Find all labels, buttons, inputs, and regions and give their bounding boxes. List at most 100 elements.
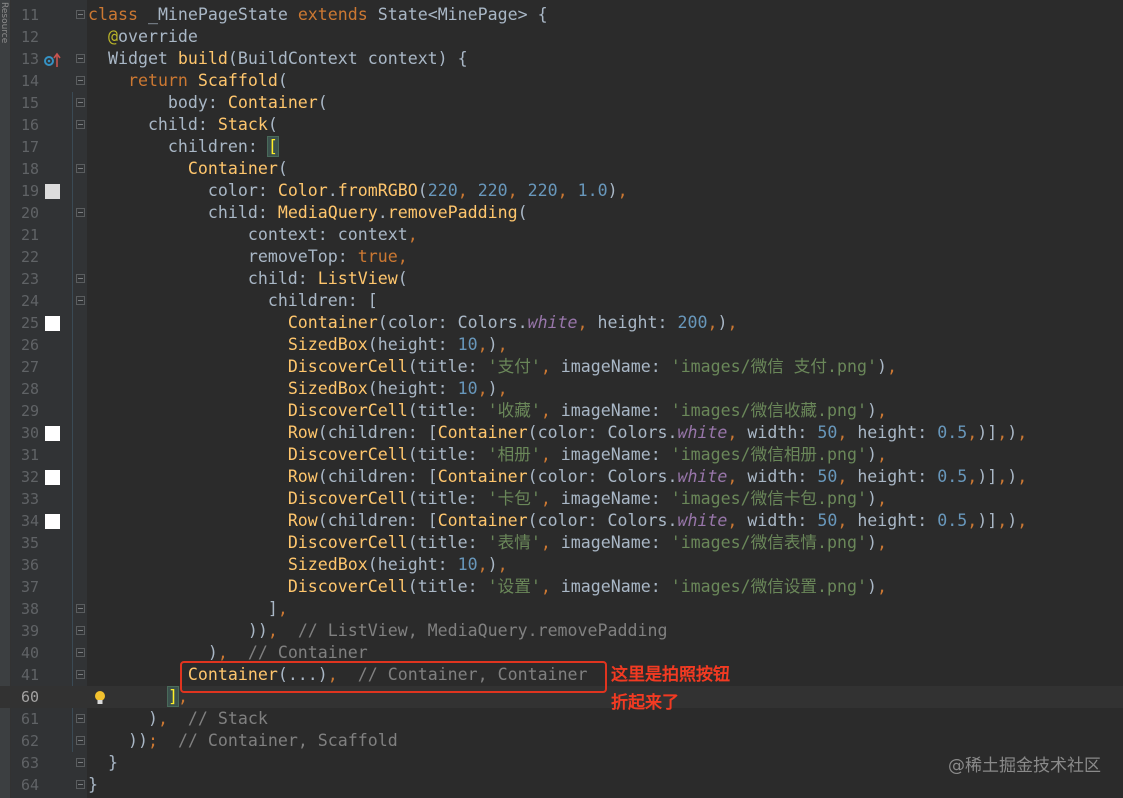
color-swatch-icon[interactable] xyxy=(45,514,60,529)
code-line[interactable]: 30 Row(children: [Container(color: Color… xyxy=(0,422,1123,444)
color-swatch-icon[interactable] xyxy=(45,184,60,199)
code-line[interactable]: 35 DiscoverCell(title: '表情', imageName: … xyxy=(0,532,1123,554)
code-token: imageName: xyxy=(560,357,671,376)
code-line[interactable]: 29 DiscoverCell(title: '收藏', imageName: … xyxy=(0,400,1123,422)
code-token: , xyxy=(727,423,748,442)
code-token: SizedBox xyxy=(287,555,368,574)
code-token: 'images/微信相册.png' xyxy=(670,445,867,464)
code-text: Row(children: [Container(color: Colors.w… xyxy=(88,510,1027,532)
code-line[interactable]: 25 Container(color: Colors.white, height… xyxy=(0,312,1123,334)
code-line[interactable]: 14 return Scaffold( xyxy=(0,70,1123,92)
code-line[interactable]: 61 ), // Stack xyxy=(0,708,1123,730)
color-swatch-icon[interactable] xyxy=(45,426,60,441)
color-swatch-icon[interactable] xyxy=(45,470,60,485)
code-text: child: ListView( xyxy=(88,268,408,290)
fold-toggle-icon[interactable] xyxy=(76,76,85,85)
code-line[interactable]: 22 removeTop: true, xyxy=(0,246,1123,268)
fold-toggle-icon[interactable] xyxy=(76,736,85,745)
code-line[interactable]: 37 DiscoverCell(title: '设置', imageName: … xyxy=(0,576,1123,598)
code-token: , xyxy=(707,313,718,332)
line-number: 18 xyxy=(20,160,39,178)
fold-toggle-icon[interactable] xyxy=(76,208,85,217)
code-token: ] xyxy=(88,599,278,618)
annotation-highlight-box xyxy=(180,661,607,693)
code-token: child: xyxy=(88,203,278,222)
code-line[interactable]: 33 DiscoverCell(title: '卡包', imageName: … xyxy=(0,488,1123,510)
code-token: , xyxy=(886,357,897,376)
code-token: ) xyxy=(88,643,218,662)
code-line[interactable]: 19 color: Color.fromRGBO(220, 220, 220, … xyxy=(0,180,1123,202)
code-token: ListView xyxy=(317,269,398,288)
code-line[interactable]: 13 Widget build(BuildContext context) { xyxy=(0,48,1123,70)
code-line[interactable]: 62 )); // Container, Scaffold xyxy=(0,730,1123,752)
code-token: Container xyxy=(437,511,528,530)
code-line[interactable]: 27 DiscoverCell(title: '支付', imageName: … xyxy=(0,356,1123,378)
line-number: 26 xyxy=(20,336,39,354)
code-line[interactable]: 32 Row(children: [Container(color: Color… xyxy=(0,466,1123,488)
code-token: class xyxy=(88,5,148,24)
code-line[interactable]: 21 context: context, xyxy=(0,224,1123,246)
fold-toggle-icon[interactable] xyxy=(76,296,85,305)
fold-toggle-icon[interactable] xyxy=(76,98,85,107)
code-text: Widget build(BuildContext context) { xyxy=(88,48,468,70)
color-swatch-icon[interactable] xyxy=(45,316,60,331)
fold-toggle-icon[interactable] xyxy=(76,10,85,19)
fold-toggle-icon[interactable] xyxy=(76,604,85,613)
code-token: height: xyxy=(857,511,938,530)
line-number: 30 xyxy=(20,424,39,442)
code-token: Row xyxy=(287,511,318,530)
code-token: ; xyxy=(147,731,178,750)
fold-toggle-icon[interactable] xyxy=(76,626,85,635)
override-method-icon[interactable] xyxy=(44,52,61,67)
fold-toggle-icon[interactable] xyxy=(76,120,85,129)
code-line[interactable]: 28 SizedBox(height: 10,), xyxy=(0,378,1123,400)
fold-toggle-icon[interactable] xyxy=(76,648,85,657)
code-line[interactable]: 12 @override xyxy=(0,26,1123,48)
code-token: true, xyxy=(357,247,408,266)
code-token: Color xyxy=(277,181,328,200)
code-token: , xyxy=(967,467,978,486)
code-token: ( xyxy=(317,93,328,112)
fold-toggle-icon[interactable] xyxy=(76,670,85,679)
code-line[interactable]: 15 body: Container( xyxy=(0,92,1123,114)
line-number: 15 xyxy=(20,94,39,112)
code-line[interactable]: 23 child: ListView( xyxy=(0,268,1123,290)
code-line[interactable]: 38 ], xyxy=(0,598,1123,620)
fold-toggle-icon[interactable] xyxy=(76,714,85,723)
code-line[interactable]: 39 )), // ListView, MediaQuery.removePad… xyxy=(0,620,1123,642)
code-line[interactable]: 20 child: MediaQuery.removePadding( xyxy=(0,202,1123,224)
fold-toggle-icon[interactable] xyxy=(76,274,85,283)
code-token: State<MinePage> { xyxy=(377,5,548,24)
fold-toggle-icon[interactable] xyxy=(76,164,85,173)
line-number: 63 xyxy=(20,754,39,772)
code-token: , xyxy=(876,401,887,420)
code-line[interactable]: 26 SizedBox(height: 10,), xyxy=(0,334,1123,356)
code-token: Row xyxy=(287,423,318,442)
line-number: 25 xyxy=(20,314,39,332)
fold-toggle-icon[interactable] xyxy=(76,780,85,789)
code-token: ] xyxy=(166,686,179,707)
code-line[interactable]: 64} xyxy=(0,774,1123,796)
code-token: , xyxy=(837,423,858,442)
code-line[interactable]: 24 children: [ xyxy=(0,290,1123,312)
code-token: } xyxy=(88,775,98,794)
code-token: , xyxy=(1017,511,1028,530)
code-line[interactable]: 18 Container( xyxy=(0,158,1123,180)
line-number: 61 xyxy=(20,710,39,728)
code-line[interactable]: 31 DiscoverCell(title: '相册', imageName: … xyxy=(0,444,1123,466)
code-line[interactable]: 16 child: Stack( xyxy=(0,114,1123,136)
code-token: ) xyxy=(487,335,498,354)
code-token: ( xyxy=(517,203,528,222)
fold-toggle-icon[interactable] xyxy=(76,54,85,63)
code-line[interactable]: 17 children: [ xyxy=(0,136,1123,158)
code-token: ) xyxy=(866,577,877,596)
code-line[interactable]: 11 class _MinePageState extends State<Min… xyxy=(0,4,1123,26)
code-token: MediaQuery xyxy=(277,203,378,222)
code-text: Container(color: Colors.white, height: 2… xyxy=(88,312,738,334)
code-line[interactable]: 34 Row(children: [Container(color: Color… xyxy=(0,510,1123,532)
code-text: DiscoverCell(title: '相册', imageName: 'im… xyxy=(88,444,887,466)
fold-toggle-icon[interactable] xyxy=(76,758,85,767)
code-line[interactable]: 36 SizedBox(height: 10,), xyxy=(0,554,1123,576)
